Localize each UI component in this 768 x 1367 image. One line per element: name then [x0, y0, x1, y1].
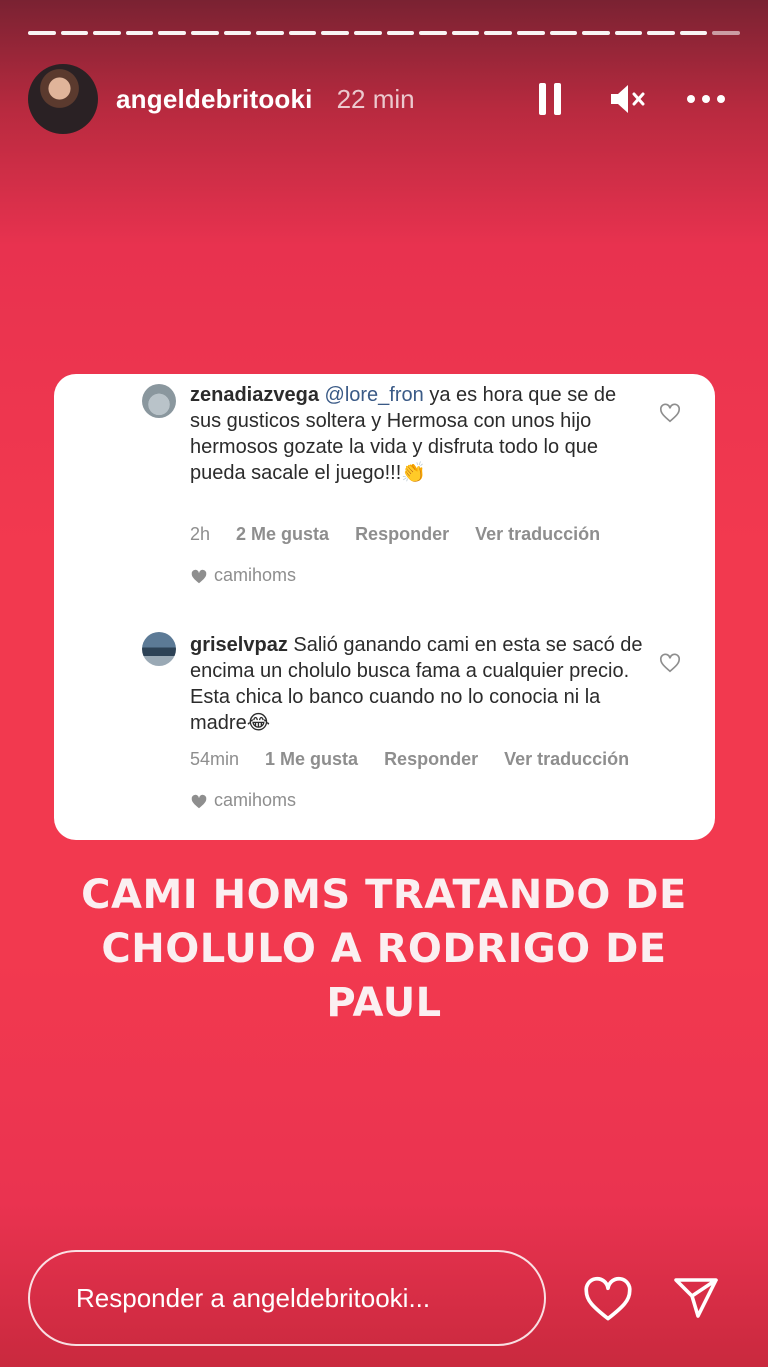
comment-mention: @lore_fron: [324, 384, 424, 406]
comment-reply-link: Responder: [355, 524, 450, 544]
heart-filled-icon: [191, 569, 207, 583]
progress-segment: [223, 31, 252, 35]
comment-reply-link: Responder: [384, 749, 479, 769]
more-button[interactable]: [684, 77, 728, 121]
progress-segment: [419, 31, 447, 35]
like-button[interactable]: [582, 1272, 634, 1324]
pause-button[interactable]: [528, 77, 572, 121]
heart-icon: [584, 1276, 632, 1321]
reply-input[interactable]: Responder a angeldebritooki...: [28, 1250, 546, 1346]
progress-segment: [256, 31, 284, 35]
story-header: angeldebritooki 22 min: [28, 64, 728, 134]
progress-segment: [60, 31, 89, 35]
comment-translate-link: Ver traducción: [504, 749, 630, 769]
more-icon: [687, 95, 725, 103]
progress-segment: [549, 31, 578, 35]
send-button[interactable]: [670, 1272, 722, 1324]
liked-by-creator: camihoms: [190, 790, 296, 811]
progress-segment: [321, 31, 349, 35]
comment-time: 2h: [190, 524, 211, 544]
progress-segment: [353, 31, 382, 35]
progress-segment: [386, 31, 415, 35]
progress-segment: [93, 31, 121, 35]
liked-by-creator: camihoms: [190, 565, 296, 586]
comment-meta: 2h 2 Me gusta Responder Ver traducción: [190, 524, 600, 545]
story-viewer: angeldebritooki 22 min zenadiazvega @lor…: [0, 0, 768, 1367]
mute-button[interactable]: [606, 77, 650, 121]
progress-segment: [582, 31, 610, 35]
pause-icon: [539, 83, 561, 115]
progress-segment: [647, 31, 675, 35]
comments-screenshot: zenadiazvega @lore_fron ya es hora que s…: [54, 374, 715, 840]
progress-segment: [288, 31, 317, 35]
story-progress-bar: [28, 31, 741, 35]
liked-by-user: camihoms: [214, 790, 297, 810]
progress-segment: [125, 31, 154, 35]
progress-segment: [484, 31, 512, 35]
caption-line-1: CAMI HOMS TRATANDO DE: [81, 872, 687, 918]
comment-username: zenadiazvega: [190, 384, 319, 406]
mute-icon: [611, 85, 645, 113]
progress-segment: [190, 31, 219, 35]
commenter-avatar: [142, 632, 176, 666]
comment-meta: 54min 1 Me gusta Responder Ver traducció…: [190, 749, 629, 770]
caption-line-2: CHOLULO A RODRIGO DE PAUL: [101, 926, 667, 1026]
commenter-avatar: [142, 384, 176, 418]
progress-segment: [614, 31, 643, 35]
progress-segment: [28, 31, 56, 35]
username[interactable]: angeldebritooki: [116, 84, 313, 115]
comment-username: griselvpaz: [190, 634, 288, 656]
liked-by-user: camihoms: [214, 565, 297, 585]
send-icon: [674, 1278, 718, 1318]
progress-segment: [679, 31, 708, 35]
progress-segment: [712, 31, 741, 35]
comment-likes: 1 Me gusta: [265, 749, 359, 769]
story-caption: CAMI HOMS TRATANDO DE CHOLULO A RODRIGO …: [40, 868, 728, 1030]
progress-segment: [158, 31, 186, 35]
post-time: 22 min: [336, 83, 415, 114]
comment-translate-link: Ver traducción: [475, 524, 601, 544]
heart-filled-icon: [191, 794, 207, 808]
comment-likes: 2 Me gusta: [236, 524, 330, 544]
progress-segment: [451, 31, 480, 35]
comment-time: 54min: [190, 749, 240, 769]
reply-placeholder: Responder a angeldebritooki...: [76, 1282, 431, 1313]
avatar[interactable]: [28, 64, 98, 134]
heart-outline-icon: [660, 403, 680, 423]
progress-segment: [516, 31, 545, 35]
heart-outline-icon: [660, 653, 680, 673]
